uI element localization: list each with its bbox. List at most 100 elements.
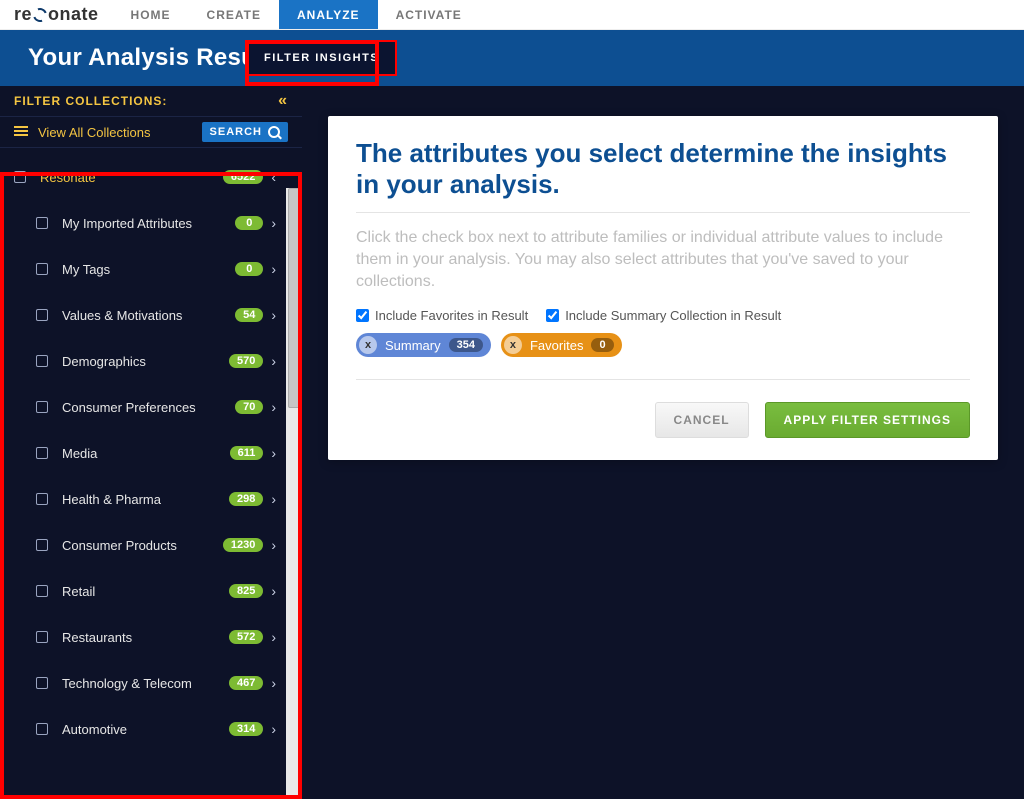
chip-remove-icon[interactable]: x	[504, 336, 522, 354]
count-badge: 611	[230, 446, 264, 460]
checkbox[interactable]	[36, 677, 48, 689]
chevron-right-icon: ›	[271, 629, 276, 645]
tree-node[interactable]: Restaurants 572 ›	[0, 614, 286, 660]
tree-node[interactable]: My Imported Attributes 0 ›	[0, 200, 286, 246]
collections-scroll[interactable]: Resonate 6522 ‹ My Imported Attributes 0…	[0, 148, 286, 799]
tree-node-label: My Imported Attributes	[62, 216, 235, 231]
chip-name: Favorites	[530, 338, 583, 353]
tree-node-label: Values & Motivations	[62, 308, 235, 323]
include-favorites-label: Include Favorites in Result	[375, 308, 528, 323]
scrollbar[interactable]	[286, 188, 302, 799]
count-badge: 70	[235, 400, 263, 414]
checkbox[interactable]	[36, 355, 48, 367]
search-button-label: SEARCH	[210, 126, 262, 138]
checkbox[interactable]	[36, 401, 48, 413]
top-nav: re onate HOME CREATE ANALYZE ACTIVATE	[0, 0, 1024, 30]
count-badge: 0	[235, 262, 263, 276]
search-button[interactable]: SEARCH	[202, 122, 288, 142]
tree-node-label: Consumer Preferences	[62, 400, 235, 415]
collapse-sidebar-icon[interactable]: «	[278, 92, 288, 110]
chevron-left-icon: ‹	[271, 169, 276, 185]
nav-activate[interactable]: ACTIVATE	[378, 0, 480, 29]
chevron-right-icon: ›	[271, 721, 276, 737]
panel-actions: CANCEL APPLY FILTER SETTINGS	[356, 402, 970, 438]
include-favorites-checkbox[interactable]: Include Favorites in Result	[356, 308, 528, 323]
checkbox[interactable]	[36, 631, 48, 643]
count-badge: 572	[229, 630, 263, 644]
tree-node-label: Media	[62, 446, 230, 461]
tree-node[interactable]: Values & Motivations 54 ›	[0, 292, 286, 338]
chevron-right-icon: ›	[271, 399, 276, 415]
checkbox[interactable]	[36, 309, 48, 321]
tree-node[interactable]: My Tags 0 ›	[0, 246, 286, 292]
tree-node[interactable]: Media 611 ›	[0, 430, 286, 476]
tree-node[interactable]: Technology & Telecom 467 ›	[0, 660, 286, 706]
scrollbar-thumb[interactable]	[288, 188, 300, 408]
tree-node[interactable]: Demographics 570 ›	[0, 338, 286, 384]
page-header: Your Analysis Results FILTER INSIGHTS	[0, 30, 1024, 86]
divider	[356, 379, 970, 380]
tree-node[interactable]: Retail 825 ›	[0, 568, 286, 614]
chip-count: 0	[591, 338, 613, 352]
body: FILTER COLLECTIONS: « View All Collectio…	[0, 86, 1024, 799]
tree-node-label: Health & Pharma	[62, 492, 229, 507]
view-all-label: View All Collections	[38, 125, 202, 140]
tree-root-label: Resonate	[40, 170, 223, 185]
chip-remove-icon[interactable]: x	[359, 336, 377, 354]
include-summary-checkbox[interactable]: Include Summary Collection in Result	[546, 308, 781, 323]
brand-swirl-icon	[31, 5, 50, 24]
chevron-right-icon: ›	[271, 583, 276, 599]
tree-node-label: Technology & Telecom	[62, 676, 229, 691]
brand-pre: re	[14, 4, 32, 25]
chevron-right-icon: ›	[271, 215, 276, 231]
tree-node[interactable]: Consumer Preferences 70 ›	[0, 384, 286, 430]
chip-summary[interactable]: x Summary 354	[356, 333, 491, 357]
cancel-button[interactable]: CANCEL	[655, 402, 749, 438]
collections-tree: Resonate 6522 ‹ My Imported Attributes 0…	[0, 148, 302, 799]
checkbox[interactable]	[36, 217, 48, 229]
checkbox[interactable]	[36, 539, 48, 551]
checkbox[interactable]	[36, 585, 48, 597]
search-icon	[268, 126, 280, 138]
filter-insights-button[interactable]: FILTER INSIGHTS	[246, 40, 397, 76]
chevron-right-icon: ›	[271, 261, 276, 277]
tree-node-label: Restaurants	[62, 630, 229, 645]
tree-root-resonate[interactable]: Resonate 6522 ‹	[0, 154, 286, 200]
tree-node-label: Consumer Products	[62, 538, 223, 553]
count-badge: 570	[229, 354, 263, 368]
include-options: Include Favorites in Result Include Summ…	[356, 308, 970, 323]
count-badge: 0	[235, 216, 263, 230]
nav-create[interactable]: CREATE	[189, 0, 279, 29]
checkbox[interactable]	[36, 723, 48, 735]
tree-node[interactable]: Automotive 314 ›	[0, 706, 286, 752]
checkbox[interactable]	[36, 447, 48, 459]
sidebar-header: FILTER COLLECTIONS: «	[0, 86, 302, 116]
count-badge: 54	[235, 308, 263, 322]
include-favorites-input[interactable]	[356, 309, 369, 322]
checkbox[interactable]	[14, 171, 26, 183]
count-badge: 825	[229, 584, 263, 598]
chevron-right-icon: ›	[271, 491, 276, 507]
checkbox[interactable]	[36, 263, 48, 275]
nav-analyze[interactable]: ANALYZE	[279, 0, 378, 29]
apply-filter-button[interactable]: APPLY FILTER SETTINGS	[765, 402, 970, 438]
tree-node-label: Automotive	[62, 722, 229, 737]
tree-node[interactable]: Health & Pharma 298 ›	[0, 476, 286, 522]
tree-node[interactable]: Consumer Products 1230 ›	[0, 522, 286, 568]
checkbox[interactable]	[36, 493, 48, 505]
list-icon	[14, 126, 28, 138]
count-badge: 314	[229, 722, 263, 736]
brand-logo: re onate	[0, 4, 113, 25]
count-badge: 298	[229, 492, 263, 506]
chevron-right-icon: ›	[271, 675, 276, 691]
sidebar-title: FILTER COLLECTIONS:	[14, 94, 167, 108]
include-summary-label: Include Summary Collection in Result	[565, 308, 781, 323]
chip-name: Summary	[385, 338, 441, 353]
include-summary-input[interactable]	[546, 309, 559, 322]
selected-chips: x Summary 354 x Favorites 0	[356, 333, 970, 357]
chip-favorites[interactable]: x Favorites 0	[501, 333, 622, 357]
tree-node-label: Retail	[62, 584, 229, 599]
count-badge: 1230	[223, 538, 263, 552]
view-all-row[interactable]: View All Collections SEARCH	[0, 116, 302, 148]
nav-home[interactable]: HOME	[113, 0, 189, 29]
